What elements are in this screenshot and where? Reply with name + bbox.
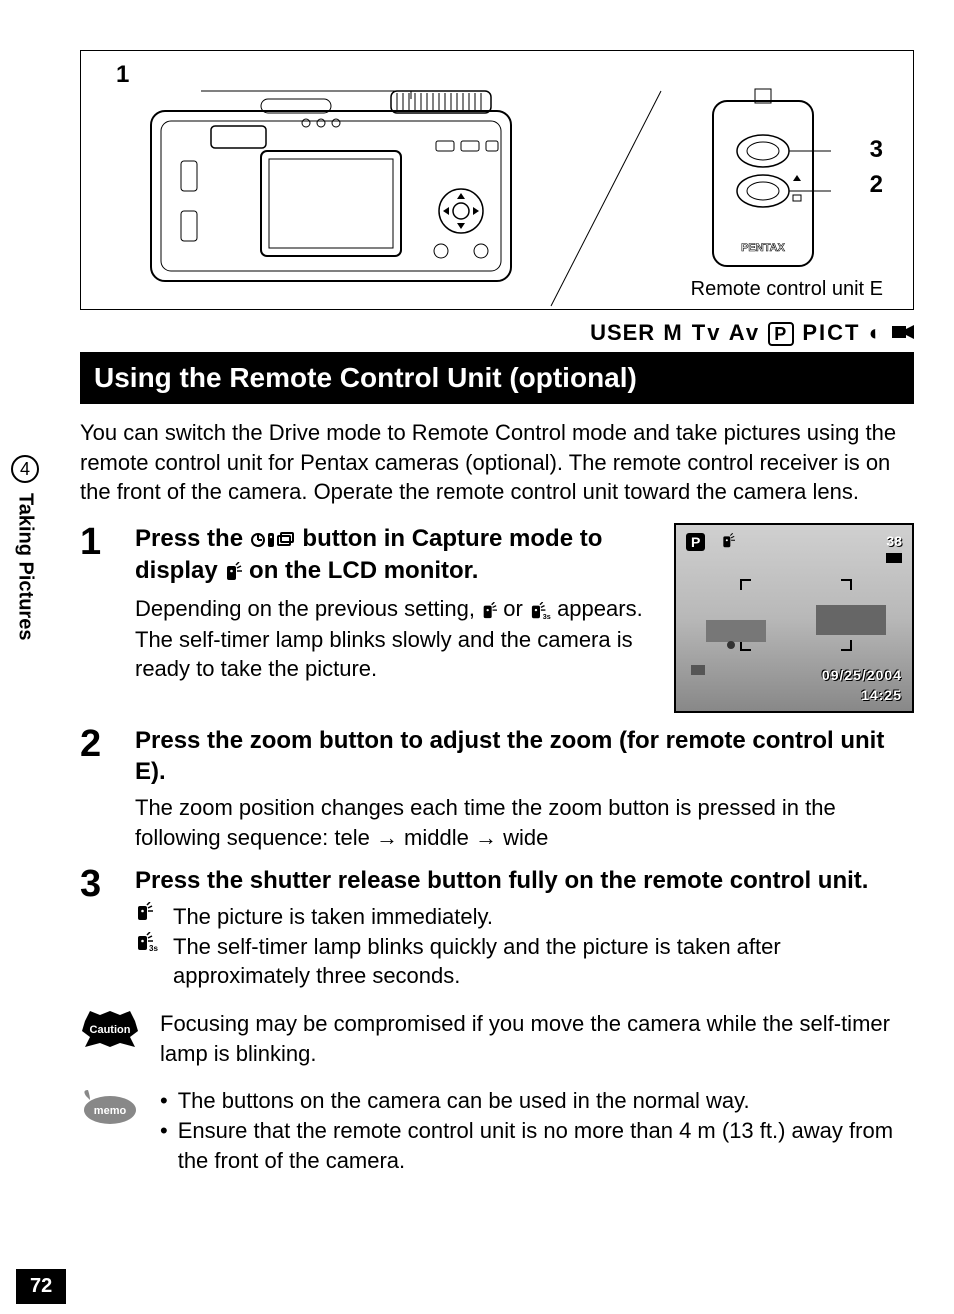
remote-brand-text: PENTAX bbox=[741, 242, 785, 254]
caution-icon: Caution bbox=[80, 1009, 140, 1054]
section-title: Using the Remote Control Unit (optional) bbox=[80, 352, 914, 404]
camera-illustration bbox=[141, 81, 521, 291]
step-number: 2 bbox=[80, 725, 135, 853]
remote-icon bbox=[135, 902, 163, 928]
figure-connector bbox=[541, 81, 671, 311]
step-2: 2 Press the zoom button to adjust the zo… bbox=[80, 725, 914, 853]
remote-caption: Remote control unit E bbox=[691, 278, 883, 301]
step-2-title: Press the zoom button to adjust the zoom… bbox=[135, 725, 914, 787]
remote-3s-icon: 3s bbox=[529, 595, 551, 625]
mode-av: Av bbox=[729, 320, 760, 345]
lcd-time: 14:25 bbox=[861, 687, 902, 703]
caution-label: Caution bbox=[90, 1024, 131, 1036]
lcd-preview: P 38 bbox=[674, 523, 914, 713]
step-2-text: The zoom position changes each time the … bbox=[135, 793, 914, 852]
mode-pict: PICT bbox=[802, 320, 860, 345]
figure-label-3: 3 bbox=[870, 136, 883, 164]
svg-text:3s: 3s bbox=[149, 944, 158, 952]
remote-icon bbox=[481, 595, 497, 625]
mode-p-icon: P bbox=[768, 322, 794, 346]
memo-label: memo bbox=[94, 1105, 127, 1117]
step-number: 1 bbox=[80, 523, 135, 713]
intro-paragraph: You can switch the Drive mode to Remote … bbox=[80, 418, 914, 507]
step-3-title: Press the shutter release button fully o… bbox=[135, 865, 914, 896]
page-number: 72 bbox=[16, 1269, 66, 1304]
mode-m: M bbox=[663, 320, 683, 345]
caution-text: Focusing may be compromised if you move … bbox=[160, 1009, 914, 1068]
mode-tv: Tv bbox=[692, 320, 722, 345]
svg-text:3s: 3s bbox=[543, 612, 551, 620]
step-1: 1 Press the bbox=[80, 523, 914, 713]
remote-illustration: PENTAX bbox=[693, 81, 833, 281]
figure-diagram: 1 3 2 bbox=[80, 50, 914, 310]
memo-text: •The buttons on the camera can be used i… bbox=[160, 1086, 914, 1175]
remote-icon bbox=[224, 556, 242, 587]
caution-note: Caution Focusing may be compromised if y… bbox=[80, 1009, 914, 1068]
drive-mode-button-icon bbox=[250, 524, 296, 555]
step-3-result-2: 3s The self-timer lamp blinks quickly an… bbox=[135, 932, 914, 991]
step-3-result-1: The picture is taken immediately. bbox=[135, 902, 914, 932]
step-1-title: Press the b bbox=[135, 523, 654, 588]
mode-icons-row: USER M Tv Av P PICT ◐ bbox=[80, 320, 914, 346]
memo-icon: memo bbox=[80, 1086, 140, 1133]
lcd-date: 09/25/2004 bbox=[822, 667, 902, 683]
step-1-text: Depending on the previous setting, or 3s… bbox=[135, 594, 654, 684]
step-3: 3 Press the shutter release button fully… bbox=[80, 865, 914, 991]
step-number: 3 bbox=[80, 865, 135, 991]
figure-label-1: 1 bbox=[116, 61, 129, 89]
figure-label-2: 2 bbox=[870, 171, 883, 199]
mode-night-icon: ◐ bbox=[869, 320, 884, 345]
remote-3s-icon: 3s bbox=[135, 932, 163, 958]
memo-note: memo •The buttons on the camera can be u… bbox=[80, 1086, 914, 1175]
mode-user: USER bbox=[590, 320, 655, 345]
mode-movie-icon bbox=[892, 320, 914, 345]
